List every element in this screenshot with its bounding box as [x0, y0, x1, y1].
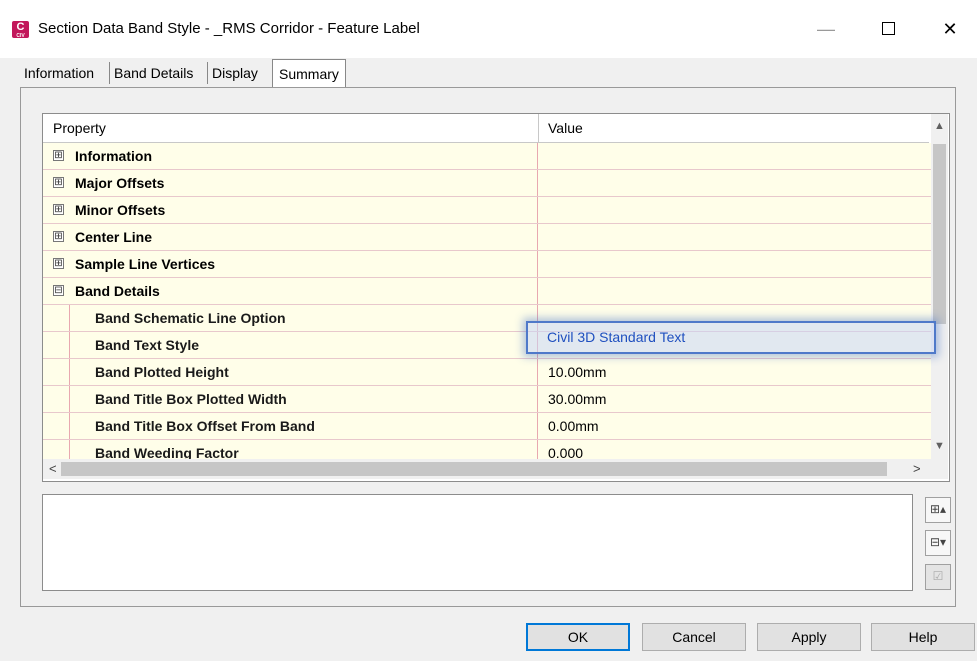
property-row-band-title-box-plotted-width[interactable]: Band Title Box Plotted Width 30.00mm — [43, 386, 931, 413]
tab-band-details[interactable]: Band Details — [109, 62, 197, 84]
column-divider[interactable] — [538, 114, 539, 142]
expand-icon[interactable]: ⊞ — [53, 177, 64, 188]
scroll-corner — [931, 459, 948, 479]
scroll-thumb[interactable] — [61, 462, 887, 476]
grid-header: Property Value — [43, 114, 929, 143]
category-row-information[interactable]: ⊞ Information — [43, 143, 931, 170]
property-row-band-title-box-offset[interactable]: Band Title Box Offset From Band 0.00mm — [43, 413, 931, 440]
grid-rows: ⊞ Information ⊞ Major Offsets ⊞ Minor Offse… — [43, 143, 931, 467]
band-text-style-value: Civil 3D Standard Text — [547, 329, 686, 345]
property-grid[interactable]: Property Value ⊞ Information ⊞ Major Offse… — [42, 113, 950, 482]
category-label: Sample Line Vertices — [75, 256, 216, 272]
category-label: Major Offsets — [75, 175, 165, 191]
property-label: Band Text Style — [43, 332, 538, 358]
minimize-button[interactable]: — — [806, 16, 846, 42]
expand-icon[interactable]: ⊞ — [53, 150, 64, 161]
category-label: Band Details — [75, 283, 160, 299]
tab-summary[interactable]: Summary — [272, 59, 346, 88]
check-icon: ☑ — [932, 569, 944, 583]
category-row-center-line[interactable]: ⊞ Center Line — [43, 224, 931, 251]
property-label: Band Plotted Height — [43, 359, 538, 385]
expand-icon[interactable]: ⊞ — [53, 231, 64, 242]
expand-icon[interactable]: ⊞ — [53, 204, 64, 215]
property-value[interactable]: 10.00mm — [548, 359, 606, 385]
tab-information[interactable]: Information — [20, 62, 98, 84]
expand-all-icon: ⊞▴ — [929, 502, 947, 516]
property-value[interactable]: 0.00mm — [548, 413, 599, 439]
selected-value-highlight[interactable]: Civil 3D Standard Text — [526, 321, 936, 354]
collapse-icon[interactable]: ⊟ — [53, 285, 64, 296]
cancel-button[interactable]: Cancel — [642, 623, 746, 651]
scroll-down-icon[interactable]: ▼ — [931, 440, 948, 452]
collapse-all-button[interactable]: ⊟▾ — [925, 530, 951, 556]
category-row-minor-offsets[interactable]: ⊞ Minor Offsets — [43, 197, 931, 224]
property-row-band-plotted-height[interactable]: Band Plotted Height 10.00mm — [43, 359, 931, 386]
property-label: Band Title Box Plotted Width — [43, 386, 538, 412]
property-label: Band Title Box Offset From Band — [43, 413, 538, 439]
scroll-up-icon[interactable]: ▲ — [931, 120, 948, 132]
category-label: Minor Offsets — [75, 202, 166, 218]
category-label: Center Line — [75, 229, 153, 245]
description-panel — [42, 494, 913, 591]
category-row-major-offsets[interactable]: ⊞ Major Offsets — [43, 170, 931, 197]
horizontal-scrollbar[interactable]: < > — [43, 459, 931, 479]
category-row-sample-line-vertices[interactable]: ⊞ Sample Line Vertices — [43, 251, 931, 278]
expand-icon[interactable]: ⊞ — [53, 258, 64, 269]
expand-all-button[interactable]: ⊞▴ — [925, 497, 951, 523]
close-button[interactable]: ✕ — [930, 16, 970, 42]
ok-button[interactable]: OK — [526, 623, 630, 651]
scroll-right-icon[interactable]: > — [913, 461, 921, 476]
maximize-icon — [881, 22, 895, 35]
maximize-button[interactable] — [868, 16, 908, 42]
category-label: Information — [75, 148, 152, 164]
property-column-header[interactable]: Property — [53, 120, 106, 136]
title-bar: C CIV Section Data Band Style - _RMS Corr… — [0, 0, 977, 58]
checkmark-button[interactable]: ☑ — [925, 564, 951, 590]
apply-button[interactable]: Apply — [757, 623, 861, 651]
value-column-header[interactable]: Value — [548, 120, 583, 136]
window-title: Section Data Band Style - _RMS Corridor … — [38, 20, 420, 37]
collapse-all-icon: ⊟▾ — [929, 535, 947, 549]
category-row-band-details[interactable]: ⊟ Band Details — [43, 278, 931, 305]
tab-display[interactable]: Display — [207, 62, 262, 84]
help-button[interactable]: Help — [871, 623, 975, 651]
property-label: Band Schematic Line Option — [43, 305, 538, 331]
property-value[interactable]: 30.00mm — [548, 386, 606, 412]
scroll-thumb[interactable] — [933, 144, 946, 324]
scroll-left-icon[interactable]: < — [49, 461, 57, 476]
vertical-scrollbar[interactable]: ▲ ▼ — [931, 114, 948, 459]
civil-3d-icon: C CIV — [12, 21, 29, 39]
